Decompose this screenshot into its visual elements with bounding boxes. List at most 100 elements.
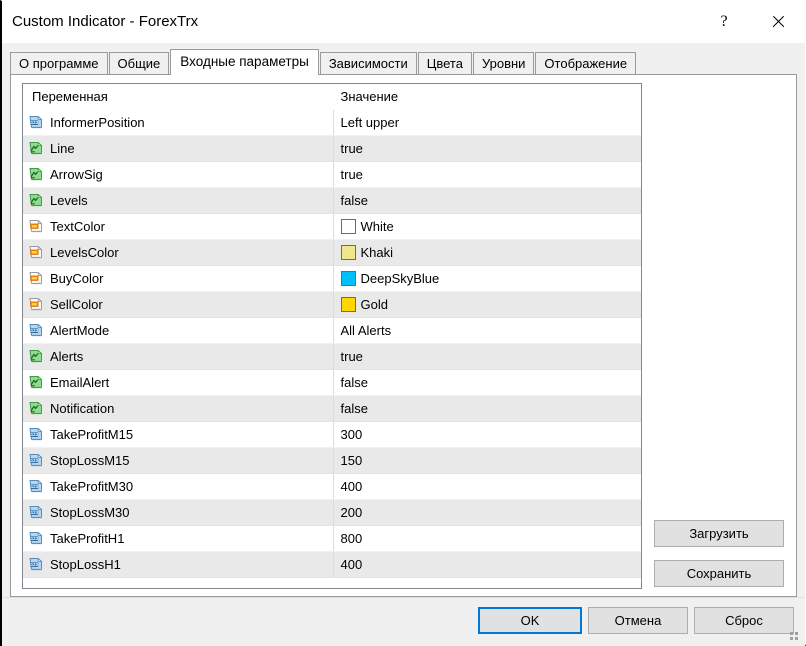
table-row[interactable]: 123 AlertMode All Alerts [23,317,641,344]
table-row[interactable]: Levels false [23,187,641,214]
parameter-name-cell[interactable]: TextColor [23,213,333,240]
parameter-name: ArrowSig [50,167,103,182]
table-row[interactable]: LevelsColor Khaki [23,239,641,266]
parameter-value-cell[interactable]: false [332,187,641,214]
tab-label: Общие [117,56,161,71]
parameter-name-cell[interactable]: Levels [23,187,333,214]
table-row[interactable]: Alerts true [23,343,641,370]
parameter-name-cell[interactable]: 123 TakeProfitH1 [23,525,333,552]
parameter-name: StopLossM15 [50,453,130,468]
parameter-value-cell[interactable]: All Alerts [332,317,641,344]
parameter-value-cell[interactable]: Left upper [332,109,641,136]
parameter-name-cell[interactable]: 123 TakeProfitM30 [23,473,333,500]
table-row[interactable]: Notification false [23,395,641,422]
table-row[interactable]: TextColor White [23,213,641,240]
table-row[interactable]: Line true [23,135,641,162]
parameter-name-cell[interactable]: 123 StopLossH1 [23,551,333,578]
parameter-name-cell[interactable]: ArrowSig [23,161,333,188]
filler-cell [23,577,333,588]
table-row[interactable]: 123 InformerPosition Left upper [23,109,641,136]
parameter-value-cell[interactable]: true [332,161,641,188]
parameter-value: true [340,349,363,364]
parameter-name: LevelsColor [50,245,119,260]
number-123-icon: 123 [28,427,44,443]
number-123-icon: 123 [28,323,44,339]
parameter-name: Line [50,141,75,156]
parameter-value-cell[interactable]: 800 [332,525,641,552]
parameter-value-cell[interactable]: 200 [332,499,641,526]
parameter-value-cell[interactable]: White [332,213,641,240]
parameter-name-cell[interactable]: 123 InformerPosition [23,109,333,136]
parameter-value-cell[interactable]: Gold [332,291,641,318]
close-icon [771,15,785,29]
parameter-name-cell[interactable]: EmailAlert [23,369,333,396]
parameter-value-cell[interactable]: 400 [332,473,641,500]
tab-1[interactable]: Общие [108,52,170,74]
parameters-table-container[interactable]: Переменная Значение 123 InformerPosition L… [22,83,642,589]
table-row[interactable]: 123 TakeProfitM15 300 [23,421,641,448]
parameter-value-cell[interactable]: 300 [332,421,641,448]
parameter-name-cell[interactable]: 123 StopLossM30 [23,499,333,526]
parameter-value-cell[interactable]: 150 [332,447,641,474]
close-button[interactable] [755,1,801,43]
parameter-value: White [360,219,394,234]
tab-5[interactable]: Уровни [472,52,535,74]
table-row[interactable]: 123 TakeProfitH1 800 [23,525,641,552]
bool-graph-icon [28,375,44,391]
parameter-value: Gold [360,297,388,312]
parameter-name-cell[interactable]: 123 AlertMode [23,317,333,344]
tab-6[interactable]: Отображение [535,52,637,74]
table-row[interactable]: EmailAlert false [23,369,641,396]
parameter-value: 400 [340,479,363,494]
table-row[interactable]: SellColor Gold [23,291,641,318]
bool-graph-icon [28,193,44,209]
help-button[interactable]: ? [701,1,747,43]
tab-0[interactable]: О программе [10,52,108,74]
load-button[interactable]: Загрузить [654,520,784,547]
parameter-value-cell[interactable]: 400 [332,551,641,578]
ok-button[interactable]: OK [478,607,582,634]
color-swatch [340,245,356,260]
tab-label: Зависимости [328,56,408,71]
parameter-name-cell[interactable]: BuyColor [23,265,333,292]
parameter-name-cell[interactable]: 123 StopLossM15 [23,447,333,474]
table-row[interactable]: 123 StopLossM15 150 [23,447,641,474]
parameter-name: StopLossM30 [50,505,130,520]
table-row[interactable]: 123 StopLossM30 200 [23,499,641,526]
tab-2[interactable]: Входные параметры [170,49,319,75]
column-header-variable: Переменная [23,84,333,110]
reset-button[interactable]: Сброс [694,607,794,634]
parameter-name: TakeProfitH1 [50,531,125,546]
color-swatch-icon [28,297,44,313]
svg-text:123: 123 [31,484,39,489]
parameter-value-cell[interactable]: false [332,369,641,396]
parameter-value: Left upper [340,115,400,130]
parameter-value-cell[interactable]: DeepSkyBlue [332,265,641,292]
table-row[interactable]: ArrowSig true [23,161,641,188]
table-row[interactable]: 123 TakeProfitM30 400 [23,473,641,500]
color-swatch [340,297,356,312]
parameter-value-cell[interactable]: Khaki [332,239,641,266]
number-123-icon: 123 [28,115,44,131]
save-button[interactable]: Сохранить [654,560,784,587]
parameter-value-cell[interactable]: false [332,395,641,422]
parameter-value-cell[interactable]: true [332,343,641,370]
parameter-name-cell[interactable]: SellColor [23,291,333,318]
parameter-name-cell[interactable]: Alerts [23,343,333,370]
parameter-name-cell[interactable]: LevelsColor [23,239,333,266]
table-row[interactable]: BuyColor DeepSkyBlue [23,265,641,292]
cancel-button[interactable]: Отмена [588,607,688,634]
parameter-name: EmailAlert [50,375,110,390]
parameter-name-cell[interactable]: 123 TakeProfitM15 [23,421,333,448]
table-row[interactable]: 123 StopLossH1 400 [23,551,641,578]
tab-3[interactable]: Зависимости [319,52,417,74]
resize-grip-icon[interactable] [790,628,800,640]
number-123-icon: 123 [28,479,44,495]
parameter-name-cell[interactable]: Notification [23,395,333,422]
table-body: 123 InformerPosition Left upper Line true Arr… [23,109,641,588]
parameter-name-cell[interactable]: Line [23,135,333,162]
tab-4[interactable]: Цвета [417,52,472,74]
parameter-value-cell[interactable]: true [332,135,641,162]
svg-text:123: 123 [31,536,39,541]
parameter-name: SellColor [50,297,103,312]
